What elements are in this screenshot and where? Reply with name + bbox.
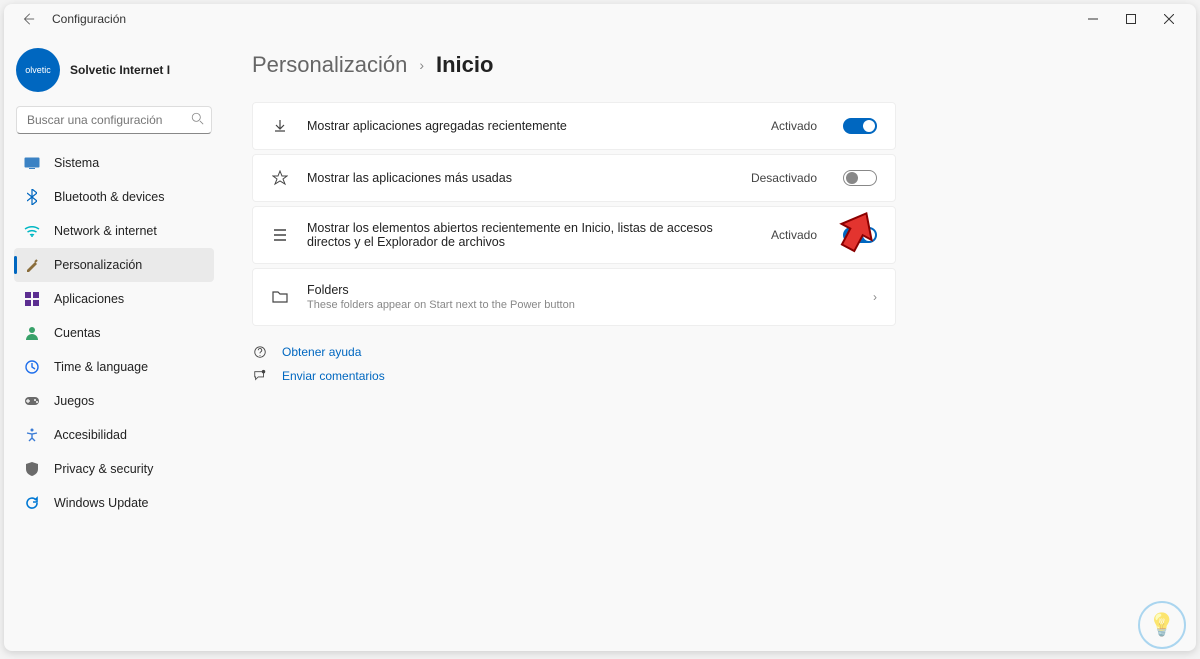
breadcrumb-current: Inicio <box>436 52 493 78</box>
recent-items-icon <box>271 226 289 244</box>
close-button[interactable] <box>1150 4 1188 34</box>
help-link[interactable]: Obtener ayuda <box>282 345 361 359</box>
breadcrumb-parent[interactable]: Personalización <box>252 52 407 78</box>
update-icon <box>24 495 40 511</box>
feedback-link-row: Enviar comentarios <box>252 368 896 384</box>
user-name: Solvetic Internet I <box>70 63 170 77</box>
breadcrumb: Personalización › Inicio <box>252 52 896 78</box>
privacy-icon <box>24 461 40 477</box>
sidebar: olvetic Solvetic Internet I Sistema Bluet… <box>4 34 222 651</box>
sidebar-item-bluetooth[interactable]: Bluetooth & devices <box>14 180 214 214</box>
chevron-right-icon: › <box>873 290 877 304</box>
watermark-icon: 💡 <box>1138 601 1186 649</box>
feedback-link[interactable]: Enviar comentarios <box>282 369 385 383</box>
sidebar-item-label: Network & internet <box>54 224 157 238</box>
toggle-recent-items[interactable] <box>843 227 877 243</box>
sidebar-item-accessibility[interactable]: Accesibilidad <box>14 418 214 452</box>
setting-most-used: Mostrar las aplicaciones más usadas Desac… <box>252 154 896 202</box>
accounts-icon <box>24 325 40 341</box>
setting-sub: These folders appear on Start next to th… <box>307 299 855 311</box>
network-icon <box>24 223 40 239</box>
sidebar-item-apps[interactable]: Aplicaciones <box>14 282 214 316</box>
system-icon <box>24 155 40 171</box>
toggle-recent-apps[interactable] <box>843 118 877 134</box>
search-box[interactable] <box>16 106 212 134</box>
toggle-status: Desactivado <box>751 171 817 185</box>
setting-label: Mostrar las aplicaciones más usadas <box>307 171 733 185</box>
accessibility-icon <box>24 427 40 443</box>
personalization-icon <box>24 257 40 273</box>
time-icon <box>24 359 40 375</box>
sidebar-item-gaming[interactable]: Juegos <box>14 384 214 418</box>
sidebar-item-personalization[interactable]: Personalización <box>14 248 214 282</box>
back-button[interactable] <box>18 9 38 29</box>
minimize-button[interactable] <box>1074 4 1112 34</box>
bluetooth-icon <box>24 189 40 205</box>
setting-folders[interactable]: Folders These folders appear on Start nex… <box>252 268 896 326</box>
app-title: Configuración <box>52 12 126 26</box>
settings-list: Mostrar aplicaciones agregadas recientem… <box>252 102 896 326</box>
sidebar-item-privacy[interactable]: Privacy & security <box>14 452 214 486</box>
feedback-icon <box>252 368 268 384</box>
chevron-right-icon: › <box>419 57 424 73</box>
search-icon <box>191 112 204 130</box>
sidebar-item-label: Aplicaciones <box>54 292 124 306</box>
sidebar-item-update[interactable]: Windows Update <box>14 486 214 520</box>
avatar: olvetic <box>16 48 60 92</box>
sidebar-item-accounts[interactable]: Cuentas <box>14 316 214 350</box>
user-profile[interactable]: olvetic Solvetic Internet I <box>12 42 222 106</box>
sidebar-item-label: Juegos <box>54 394 94 408</box>
main-content: Personalización › Inicio Mostrar aplicac… <box>222 34 1196 651</box>
sidebar-item-system[interactable]: Sistema <box>14 146 214 180</box>
help-link-row: Obtener ayuda <box>252 344 896 360</box>
nav-list: Sistema Bluetooth & devices Network & inte… <box>12 146 222 520</box>
titlebar: Configuración <box>4 4 1196 34</box>
help-icon <box>252 344 268 360</box>
sidebar-item-time[interactable]: Time & language <box>14 350 214 384</box>
sidebar-item-label: Privacy & security <box>54 462 153 476</box>
toggle-status: Activado <box>771 119 817 133</box>
search-input[interactable] <box>16 106 212 134</box>
sidebar-item-label: Bluetooth & devices <box>54 190 165 204</box>
setting-recent-apps: Mostrar aplicaciones agregadas recientem… <box>252 102 896 150</box>
recent-apps-icon <box>271 117 289 135</box>
toggle-most-used[interactable] <box>843 170 877 186</box>
folders-icon <box>271 288 289 306</box>
sidebar-item-label: Cuentas <box>54 326 101 340</box>
sidebar-item-label: Personalización <box>54 258 142 272</box>
sidebar-item-network[interactable]: Network & internet <box>14 214 214 248</box>
most-used-icon <box>271 169 289 187</box>
sidebar-item-label: Time & language <box>54 360 148 374</box>
setting-label: Folders <box>307 283 855 297</box>
setting-label: Mostrar aplicaciones agregadas recientem… <box>307 119 753 133</box>
sidebar-item-label: Accesibilidad <box>54 428 127 442</box>
apps-icon <box>24 291 40 307</box>
setting-label: Mostrar los elementos abiertos recientem… <box>307 221 753 249</box>
setting-recent-items: Mostrar los elementos abiertos recientem… <box>252 206 896 264</box>
gaming-icon <box>24 393 40 409</box>
sidebar-item-label: Windows Update <box>54 496 149 510</box>
sidebar-item-label: Sistema <box>54 156 99 170</box>
toggle-status: Activado <box>771 228 817 242</box>
maximize-button[interactable] <box>1112 4 1150 34</box>
